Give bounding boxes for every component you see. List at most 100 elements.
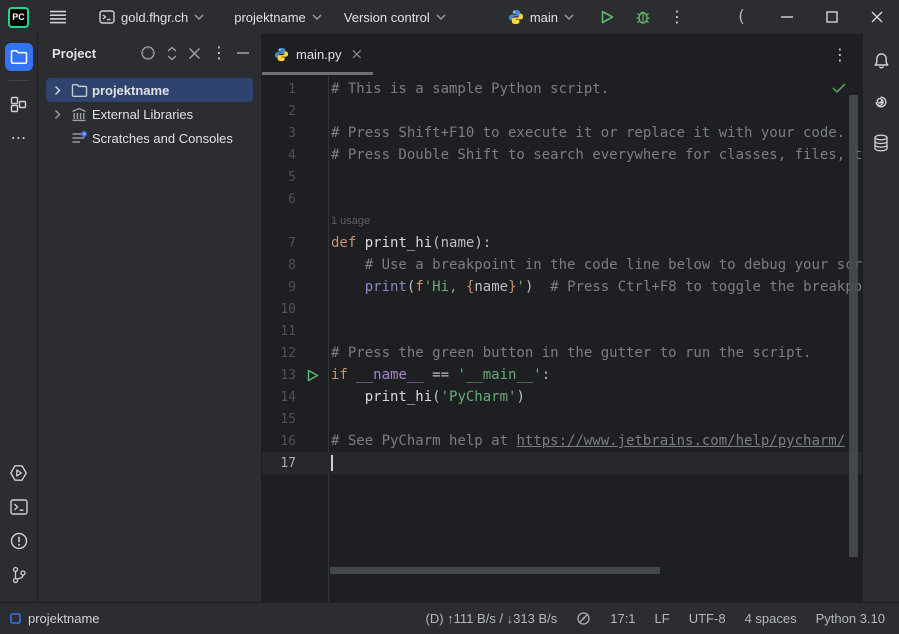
caret-position-widget[interactable]: 17:1 (610, 611, 635, 626)
tree-chevron-icon[interactable] (46, 85, 68, 96)
more-actions-button[interactable]: ⋮ (661, 4, 693, 30)
line-number[interactable]: 14 (262, 390, 296, 405)
panel-options-icon[interactable]: ⋮ (211, 45, 227, 61)
gutter-run-icon[interactable] (296, 369, 329, 382)
inlay-hint-row[interactable]: 1 usage (262, 210, 862, 232)
line-number[interactable]: 7 (262, 236, 296, 251)
code-line-12[interactable]: 12# Press the green button in the gutter… (262, 342, 862, 364)
code-line-11[interactable]: 11 (262, 320, 862, 342)
encoding-widget[interactable]: UTF-8 (689, 611, 726, 626)
remote-project-selector[interactable]: gold.fhgr.ch (91, 5, 212, 30)
run-button[interactable] (592, 4, 623, 30)
project-widget[interactable]: projektname (226, 5, 330, 30)
line-number[interactable]: 12 (262, 346, 296, 361)
line-number[interactable]: 17 (262, 456, 296, 471)
structure-icon (10, 96, 27, 113)
code-line-14[interactable]: 14 print_hi('PyCharm') (262, 386, 862, 408)
more-tool-windows-button[interactable]: ⋯ (5, 124, 33, 152)
collapse-all-icon[interactable] (188, 47, 201, 60)
code-line-7[interactable]: 7def print_hi(name): (262, 232, 862, 254)
line-number[interactable]: 10 (262, 302, 296, 317)
horizontal-scrollbar[interactable] (330, 567, 660, 574)
text-caret (331, 455, 333, 471)
customize-appearance-button[interactable]: ( (719, 0, 764, 34)
tree-item-projektname[interactable]: projektname (46, 78, 253, 102)
ai-assistant-tool-button[interactable] (867, 88, 895, 116)
locate-file-icon[interactable] (140, 45, 156, 61)
line-number[interactable]: 15 (262, 412, 296, 427)
ai-assistant-icon (872, 93, 890, 111)
code-line-9[interactable]: 9 print(f'Hi, {name}') # Press Ctrl+F8 t… (262, 276, 862, 298)
tree-item-external-libraries[interactable]: External Libraries (46, 102, 253, 126)
code-line-3[interactable]: 3 # Press Shift+F10 to execute it or repl… (262, 122, 862, 144)
debug-button[interactable] (627, 4, 659, 30)
version-control-tool-button[interactable] (5, 561, 33, 589)
python-file-icon (274, 47, 289, 62)
project-tree: projektname External Libraries Scratches a… (38, 72, 261, 150)
line-number[interactable]: 3 (262, 126, 296, 141)
line-number[interactable]: 11 (262, 324, 296, 339)
problems-icon (10, 532, 28, 550)
status-project-widget[interactable]: projektname (10, 611, 100, 626)
terminal-tool-button[interactable] (5, 493, 33, 521)
code-line-2[interactable]: 2 (262, 100, 862, 122)
indent-widget[interactable]: 4 spaces (745, 611, 797, 626)
line-number[interactable]: 13 (262, 368, 296, 383)
code-line-6[interactable]: 6 (262, 188, 862, 210)
minimize-button[interactable] (764, 0, 809, 34)
project-tool-button[interactable] (5, 43, 33, 71)
tab-main-py[interactable]: main.py × (262, 34, 373, 75)
database-icon (873, 134, 889, 152)
close-button[interactable] (854, 0, 899, 34)
usage-inlay-hint[interactable]: 1 usage (329, 215, 370, 227)
terminal-icon (10, 499, 28, 515)
line-number[interactable]: 16 (262, 434, 296, 449)
main-menu-button[interactable] (43, 5, 73, 29)
highlighting-off-icon[interactable] (576, 611, 591, 626)
tab-close-icon[interactable]: × (351, 47, 364, 62)
code-line-5[interactable]: 5 (262, 166, 862, 188)
line-number[interactable]: 5 (262, 170, 296, 185)
project-folder-icon (10, 49, 28, 65)
database-tool-button[interactable] (867, 129, 895, 157)
services-tool-button[interactable] (5, 459, 33, 487)
code-editor[interactable]: 1# This is a sample Python script. 2 3 # Pr… (262, 75, 862, 602)
code-line-13[interactable]: 13if __name__ == '__main__': (262, 364, 862, 386)
code-line-17[interactable]: 17 (262, 452, 862, 474)
maximize-button[interactable] (809, 0, 854, 34)
line-number[interactable]: 9 (262, 280, 296, 295)
structure-tool-button[interactable] (5, 90, 33, 118)
services-icon (9, 464, 28, 482)
editor-options-icon[interactable]: ⋮ (832, 47, 848, 63)
tree-item-label: External Libraries (90, 107, 193, 122)
code-line-8[interactable]: 8 # Use a breakpoint in the code line be… (262, 254, 862, 276)
expand-collapse-icon[interactable] (166, 46, 178, 61)
line-number[interactable]: 1 (262, 82, 296, 97)
code-line-1[interactable]: 1# This is a sample Python script. (262, 78, 862, 100)
line-ending-widget[interactable]: LF (655, 611, 670, 626)
python-interpreter-widget[interactable]: Python 3.10 (816, 611, 885, 626)
run-configuration-selector[interactable]: main (500, 4, 582, 30)
problems-tool-button[interactable] (5, 527, 33, 555)
line-number[interactable]: 2 (262, 104, 296, 119)
tree-chevron-icon[interactable] (46, 109, 68, 120)
line-number[interactable]: 6 (262, 192, 296, 207)
vertical-scrollbar[interactable] (849, 95, 858, 557)
remote-host-label: gold.fhgr.ch (121, 10, 188, 25)
notifications-tool-button[interactable] (867, 47, 895, 75)
network-speed-widget[interactable]: (D) ↑111 B/s / ↓313 B/s (426, 611, 558, 626)
inspection-ok-icon[interactable] (832, 83, 846, 94)
code-line-15[interactable]: 15 (262, 408, 862, 430)
vcs-widget[interactable]: Version control (336, 5, 454, 30)
python-logo-icon (508, 9, 524, 25)
maximize-icon (826, 11, 838, 23)
line-number[interactable]: 8 (262, 258, 296, 273)
hide-panel-icon[interactable] (237, 52, 249, 54)
line-number[interactable]: 4 (262, 148, 296, 163)
code-text: # Press Shift+F10 to execute it or repla… (329, 125, 845, 141)
tree-item-scratches-and-consoles[interactable]: Scratches and Consoles (46, 126, 253, 150)
code-line-10[interactable]: 10 (262, 298, 862, 320)
code-line-4[interactable]: 4# Press Double Shift to search everywhe… (262, 144, 862, 166)
code-line-16[interactable]: 16# See PyCharm help at https://www.jetb… (262, 430, 862, 452)
tab-label: main.py (296, 47, 342, 62)
